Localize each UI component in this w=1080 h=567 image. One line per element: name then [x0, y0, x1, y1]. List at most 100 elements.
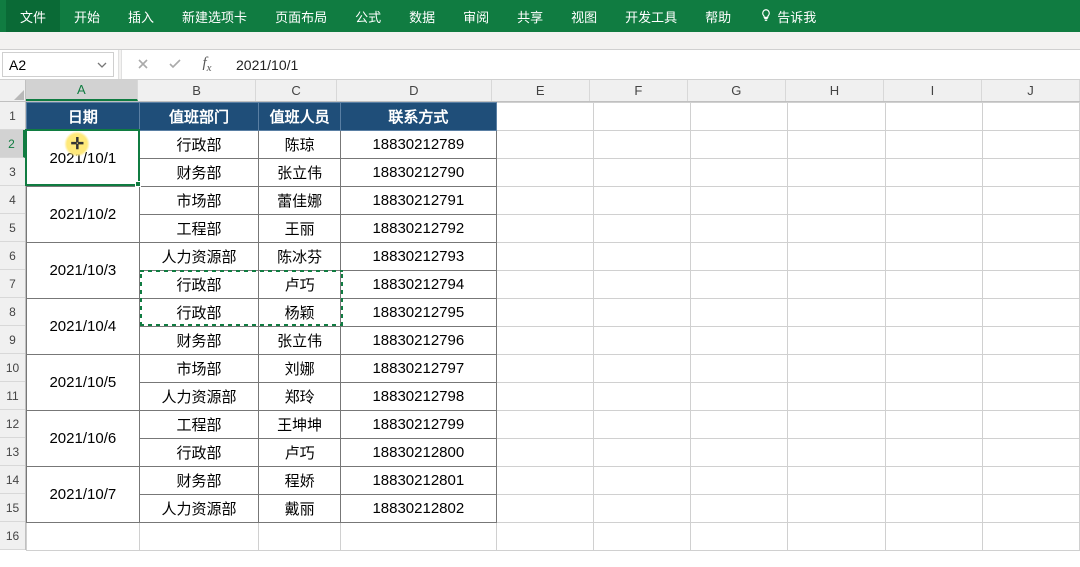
dept-cell[interactable]: 财务部 — [139, 159, 259, 187]
empty-cell[interactable] — [885, 159, 982, 187]
column-header[interactable]: I — [884, 80, 982, 101]
date-cell[interactable]: 2021/10/6 — [27, 411, 140, 467]
person-cell[interactable]: 蕾佳娜 — [259, 187, 340, 215]
column-header[interactable]: B — [138, 80, 257, 101]
date-cell[interactable]: 2021/10/1 — [27, 131, 140, 187]
phone-cell[interactable]: 18830212792 — [340, 215, 496, 243]
person-cell[interactable]: 戴丽 — [259, 495, 340, 523]
dept-cell[interactable]: 行政部 — [139, 439, 259, 467]
phone-cell[interactable]: 18830212794 — [340, 271, 496, 299]
column-header[interactable]: C — [256, 80, 336, 101]
person-cell[interactable]: 陈冰芬 — [259, 243, 340, 271]
empty-cell[interactable] — [982, 411, 1079, 439]
empty-cell[interactable] — [885, 299, 982, 327]
dept-cell[interactable]: 人力资源部 — [139, 495, 259, 523]
empty-cell[interactable] — [885, 271, 982, 299]
ribbon-tab-pagelayout[interactable]: 页面布局 — [261, 0, 341, 32]
empty-cell[interactable] — [691, 467, 788, 495]
empty-cell[interactable] — [691, 215, 788, 243]
empty-cell[interactable] — [594, 299, 691, 327]
row-header[interactable]: 3 — [0, 158, 25, 186]
empty-cell[interactable] — [496, 355, 593, 383]
phone-cell[interactable]: 18830212791 — [340, 187, 496, 215]
person-cell[interactable]: 郑玲 — [259, 383, 340, 411]
empty-cell[interactable] — [496, 327, 593, 355]
empty-cell[interactable] — [496, 523, 593, 551]
column-header[interactable]: H — [786, 80, 884, 101]
empty-cell[interactable] — [885, 215, 982, 243]
empty-cell[interactable] — [691, 103, 788, 131]
empty-cell[interactable] — [594, 411, 691, 439]
empty-cell[interactable] — [788, 271, 885, 299]
row-header[interactable]: 8 — [0, 298, 25, 326]
column-header[interactable]: F — [590, 80, 688, 101]
empty-cell[interactable] — [340, 523, 496, 551]
empty-cell[interactable] — [594, 439, 691, 467]
row-header[interactable]: 4 — [0, 186, 25, 214]
empty-cell[interactable] — [788, 355, 885, 383]
empty-cell[interactable] — [982, 439, 1079, 467]
empty-cell[interactable] — [594, 523, 691, 551]
formula-input[interactable]: 2021/10/1 — [228, 50, 1080, 79]
empty-cell[interactable] — [788, 103, 885, 131]
empty-cell[interactable] — [982, 131, 1079, 159]
empty-cell[interactable] — [691, 327, 788, 355]
empty-cell[interactable] — [788, 495, 885, 523]
ribbon-tab-data[interactable]: 数据 — [395, 0, 449, 32]
empty-cell[interactable] — [982, 495, 1079, 523]
date-cell[interactable]: 2021/10/2 — [27, 187, 140, 243]
person-cell[interactable]: 张立伟 — [259, 327, 340, 355]
empty-cell[interactable] — [594, 467, 691, 495]
empty-cell[interactable] — [691, 243, 788, 271]
row-header[interactable]: 12 — [0, 410, 25, 438]
empty-cell[interactable] — [496, 131, 593, 159]
ribbon-tab-newtab[interactable]: 新建选项卡 — [168, 0, 261, 32]
person-cell[interactable]: 王坤坤 — [259, 411, 340, 439]
row-header[interactable]: 11 — [0, 382, 25, 410]
dept-cell[interactable]: 市场部 — [139, 355, 259, 383]
dept-cell[interactable]: 工程部 — [139, 411, 259, 439]
cancel-button[interactable] — [132, 57, 154, 73]
empty-cell[interactable] — [982, 159, 1079, 187]
ribbon-tab-view[interactable]: 视图 — [557, 0, 611, 32]
table-header-cell[interactable]: 联系方式 — [340, 103, 496, 131]
empty-cell[interactable] — [496, 187, 593, 215]
phone-cell[interactable]: 18830212796 — [340, 327, 496, 355]
dept-cell[interactable]: 工程部 — [139, 215, 259, 243]
select-all-corner[interactable] — [0, 80, 26, 102]
empty-cell[interactable] — [885, 131, 982, 159]
empty-cell[interactable] — [788, 187, 885, 215]
dept-cell[interactable]: 行政部 — [139, 299, 259, 327]
empty-cell[interactable] — [885, 467, 982, 495]
ribbon-tab-tellme[interactable]: 告诉我 — [745, 0, 830, 32]
empty-cell[interactable] — [788, 215, 885, 243]
empty-cell[interactable] — [982, 383, 1079, 411]
row-header[interactable]: 13 — [0, 438, 25, 466]
phone-cell[interactable]: 18830212797 — [340, 355, 496, 383]
empty-cell[interactable] — [691, 159, 788, 187]
empty-cell[interactable] — [691, 299, 788, 327]
empty-cell[interactable] — [885, 411, 982, 439]
empty-cell[interactable] — [594, 103, 691, 131]
empty-cell[interactable] — [496, 495, 593, 523]
empty-cell[interactable] — [691, 411, 788, 439]
empty-cell[interactable] — [885, 243, 982, 271]
ribbon-tab-formulas[interactable]: 公式 — [341, 0, 395, 32]
column-header[interactable]: J — [982, 80, 1080, 101]
empty-cell[interactable] — [594, 243, 691, 271]
empty-cell[interactable] — [885, 103, 982, 131]
empty-cell[interactable] — [594, 355, 691, 383]
ribbon-tab-home[interactable]: 开始 — [60, 0, 114, 32]
empty-cell[interactable] — [496, 439, 593, 467]
ribbon-tab-insert[interactable]: 插入 — [114, 0, 168, 32]
row-header[interactable]: 5 — [0, 214, 25, 242]
name-box[interactable]: A2 — [2, 52, 114, 77]
empty-cell[interactable] — [788, 243, 885, 271]
person-cell[interactable]: 卢巧 — [259, 439, 340, 467]
empty-cell[interactable] — [982, 243, 1079, 271]
empty-cell[interactable] — [982, 523, 1079, 551]
empty-cell[interactable] — [496, 159, 593, 187]
ribbon-tab-share[interactable]: 共享 — [503, 0, 557, 32]
empty-cell[interactable] — [496, 299, 593, 327]
empty-cell[interactable] — [496, 215, 593, 243]
